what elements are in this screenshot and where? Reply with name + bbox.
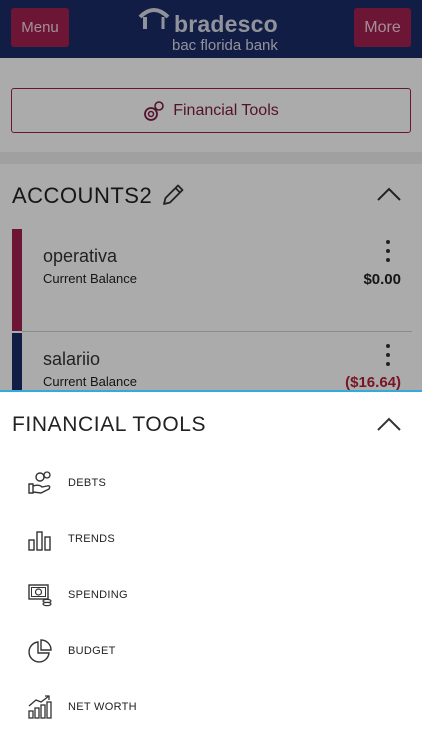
trends-icon: [28, 531, 51, 551]
tool-label: DEBTS: [68, 477, 107, 489]
tool-item-debts[interactable]: DEBTS: [0, 462, 422, 506]
debts-icon: [28, 471, 51, 494]
tool-item-trends[interactable]: TRENDS: [0, 518, 422, 562]
budget-icon: [28, 639, 52, 663]
financial-tools-sheet: FINANCIAL TOOLS DEBTS TRENDS SPENDING BU…: [0, 390, 422, 752]
tool-item-budget[interactable]: BUDGET: [0, 630, 422, 674]
tool-label: NET WORTH: [68, 701, 137, 713]
net-worth-icon: [28, 695, 52, 719]
tool-item-net-worth[interactable]: NET WORTH: [0, 686, 422, 730]
modal-backdrop[interactable]: [0, 0, 422, 391]
financial-tools-title: FINANCIAL TOOLS: [12, 413, 207, 436]
tool-label: TRENDS: [68, 533, 116, 545]
sheet-collapse-chevron-icon[interactable]: [376, 416, 402, 432]
spending-icon: [28, 584, 52, 607]
tool-label: SPENDING: [68, 589, 128, 601]
tool-label: BUDGET: [68, 645, 116, 657]
tool-item-spending[interactable]: SPENDING: [0, 574, 422, 618]
